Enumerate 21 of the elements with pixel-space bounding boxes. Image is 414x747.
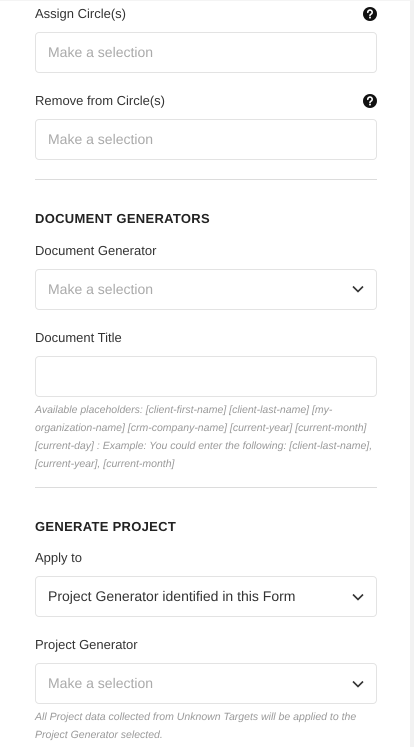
field-label: Document Title — [35, 328, 122, 346]
field-label: Document Generator — [35, 242, 156, 260]
select-field[interactable]: Project Generator identified in this Form — [35, 576, 377, 617]
section-heading: GENERATE PROJECT — [35, 518, 178, 536]
help-text: All Project data collected from Unknown Targets will be applied to the Project Generator selected. — [35, 710, 358, 743]
multiselect-field[interactable]: Make a selection — [35, 119, 377, 160]
select-field[interactable]: Make a selection — [35, 268, 377, 310]
field-label: Assign Circle(s) — [35, 5, 126, 23]
select-field[interactable]: Make a selection — [35, 663, 377, 704]
section-heading: DOCUMENT GENERATORS — [35, 210, 211, 228]
text-input[interactable] — [35, 356, 377, 396]
chevron-down-icon — [352, 285, 364, 293]
chevron-down-icon — [352, 680, 364, 688]
help-icon[interactable] — [363, 94, 377, 108]
help-icon[interactable] — [363, 7, 377, 21]
field-label: Remove from Circle(s) — [35, 92, 166, 110]
multiselect-field[interactable]: Make a selection — [35, 32, 377, 73]
field-label: Apply to — [35, 549, 82, 567]
chevron-down-icon — [352, 592, 364, 600]
help-text: Available placeholders: [client-first-name] [client-last-name] [my-organization-name] [crm-company-name] [current-year] [current-month] [current-day] : Example: You could enter the following: [client-last-name], [current-year], [current-month] — [35, 402, 374, 472]
field-label: Project Generator — [35, 636, 138, 654]
